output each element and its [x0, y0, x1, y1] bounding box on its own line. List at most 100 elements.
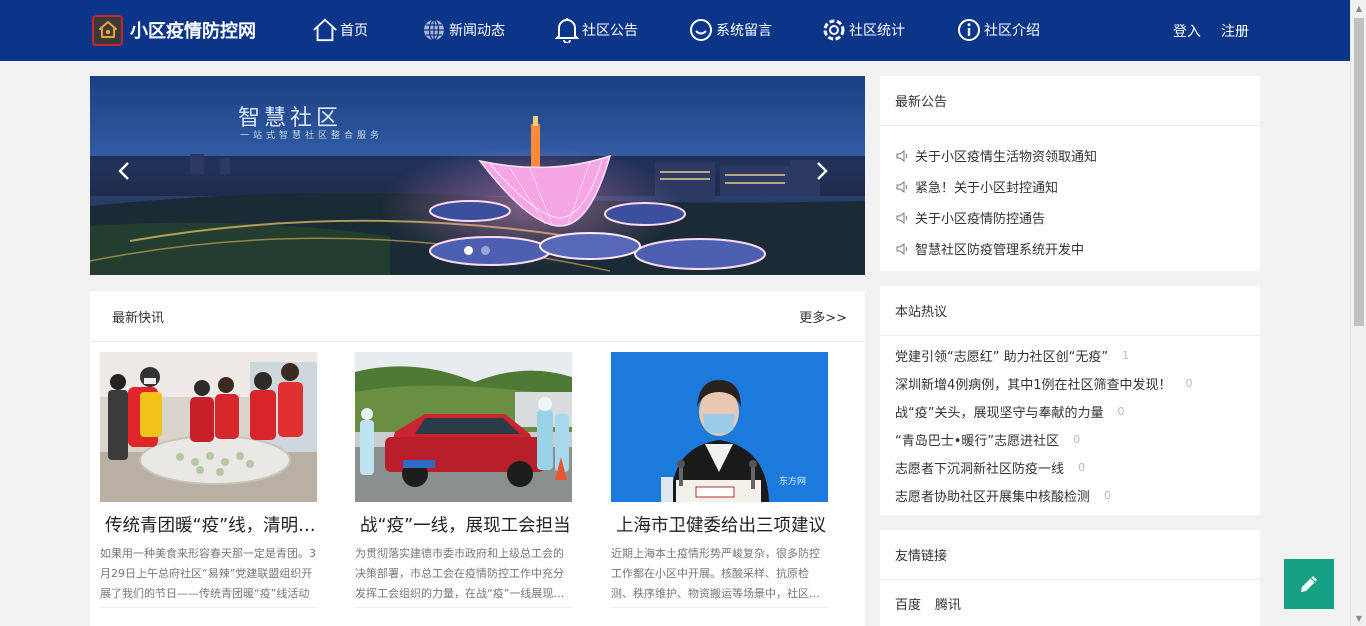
scroll-down-arrow-icon[interactable]: ▼: [1351, 610, 1366, 626]
notice-item[interactable]: 智慧社区防疫管理系统开发中: [896, 233, 1260, 264]
news-card-summary: 为贯彻落实建德市委市政府和上级总工会的决策部署，市总工会在疫情防控工作中充分发挥…: [355, 547, 565, 600]
hot-topic-item[interactable]: 志愿者下沉洞新社区防疫一线 0: [895, 453, 1260, 481]
news-card[interactable]: 传统青团暖“疫”线，清明情深寄哀思 如果用一种美食来形容春天那一定是青团。3月2…: [100, 352, 317, 608]
notice-item[interactable]: 关于小区疫情防控通告: [896, 202, 1260, 233]
nav-message-label: 系统留言: [716, 23, 772, 39]
friend-links-heading: 友情链接: [895, 549, 948, 564]
notice-item-label: 关于小区疫情生活物资领取通知: [915, 150, 1098, 165]
top-navbar: 小区疫情防控网 首页 新闻动态 社区公告 系统留言 社区统计 社区介绍 登入 注…: [0, 0, 1350, 61]
nav-home-label: 首页: [340, 23, 368, 39]
site-title: 小区疫情防控网: [130, 21, 256, 42]
divider: [355, 607, 572, 608]
news-card-title[interactable]: 上海市卫健委给出三项建议: [611, 512, 828, 537]
notice-panel-header: 最新公告: [880, 76, 1260, 126]
friend-link-tencent[interactable]: 腾讯: [935, 594, 961, 613]
news-card[interactable]: 东方网 上海市卫健委给出三项建议 近期上海本土疫情形势严峻复杂，很多防控工作都在…: [611, 352, 828, 608]
hot-topics-header: 本站热议: [880, 286, 1260, 336]
hot-topics-list: 党建引领“志愿红” 助力社区创“无疫” 1 深圳新增4例病例，其中1例在社区筛查…: [880, 336, 1260, 509]
scrollbar-thumb[interactable]: [1354, 18, 1364, 326]
news-card-summary: 如果用一种美食来形容春天那一定是青团。3月29日上午总府社区“易辣”党建联盟组织…: [100, 547, 316, 600]
hot-topic-item[interactable]: 深圳新增4例病例，其中1例在社区筛查中发现！ 0: [895, 369, 1260, 397]
banner-subtitle: 一站式智慧社区整合服务: [240, 131, 384, 141]
hot-topic-item[interactable]: “青岛巴士•暖行”志愿进社区 0: [895, 425, 1260, 453]
banner-carousel: 智慧社区 一站式智慧社区整合服务: [90, 76, 865, 275]
comment-count: 0: [1117, 404, 1125, 418]
svg-text:东方网: 东方网: [779, 475, 806, 487]
speaker-icon: [896, 149, 912, 163]
notice-list: 关于小区疫情生活物资领取通知 紧急！关于小区封控通知 关于小区疫情防控通告 智慧…: [880, 126, 1260, 264]
carousel-prev-button[interactable]: [118, 162, 138, 188]
nav-notice[interactable]: 社区公告: [554, 16, 638, 44]
nav-stats[interactable]: 社区统计: [821, 16, 905, 44]
notice-item-label: 智慧社区防疫管理系统开发中: [915, 243, 1085, 258]
nav-news-label: 新闻动态: [449, 23, 505, 39]
news-card-image[interactable]: 东方网: [611, 352, 828, 502]
register-link[interactable]: 注册: [1221, 21, 1249, 41]
nav-about[interactable]: 社区介绍: [956, 16, 1040, 44]
pencil-icon: [1301, 576, 1317, 592]
hot-topic-title: 志愿者下沉洞新社区防疫一线: [895, 461, 1065, 477]
notice-item-label: 紧急！关于小区封控通知: [915, 181, 1059, 196]
speaker-icon: [896, 211, 912, 225]
notice-panel: 最新公告 关于小区疫情生活物资领取通知 紧急！关于小区封控通知 关于小区疫情防控…: [880, 76, 1260, 271]
news-panel-header: 最新快讯 更多>>: [90, 291, 865, 342]
chevron-left-icon: [118, 162, 129, 180]
hot-topic-title: 深圳新增4例病例，其中1例在社区筛查中发现！: [895, 377, 1172, 393]
comment-count: 0: [1078, 460, 1086, 474]
hot-topic-item[interactable]: 志愿者协助社区开展集中核酸检测 0: [895, 481, 1260, 509]
banner-image: [90, 76, 865, 275]
site-logo[interactable]: 小区疫情防控网: [92, 14, 256, 46]
friend-link-baidu[interactable]: 百度: [895, 594, 921, 613]
friend-links-header: 友情链接: [880, 530, 1260, 580]
notice-item[interactable]: 关于小区疫情生活物资领取通知: [896, 140, 1260, 171]
chevron-right-icon: [817, 162, 828, 180]
divider: [611, 607, 828, 608]
notice-item-label: 关于小区疫情防控通告: [915, 212, 1046, 227]
login-link[interactable]: 登入: [1173, 21, 1201, 41]
news-heading: 最新快讯: [112, 310, 165, 326]
hot-topic-title: 战“疫”关头，展现坚守与奉献的力量: [895, 405, 1104, 421]
smile-icon: [688, 17, 714, 43]
home-logo-icon: [92, 14, 123, 46]
hot-topic-title: 党建引领“志愿红” 助力社区创“无疫”: [895, 349, 1109, 365]
nav-about-label: 社区介绍: [984, 23, 1040, 39]
home-icon: [312, 17, 338, 43]
hot-topics-heading: 本站热议: [895, 305, 948, 320]
news-card-image[interactable]: [100, 352, 317, 502]
comment-count: 1: [1122, 348, 1130, 362]
news-panel: 最新快讯 更多>> 传统青团暖“疫”线，清明情深寄哀思 如果用一种美食: [90, 291, 865, 626]
news-card-image[interactable]: [355, 352, 572, 502]
carousel-dot-active[interactable]: [464, 246, 473, 255]
carousel-dot[interactable]: [481, 246, 490, 255]
hot-topic-item[interactable]: 战“疫”关头，展现坚守与奉献的力量 0: [895, 397, 1260, 425]
edit-floating-button[interactable]: [1284, 559, 1334, 609]
notice-heading: 最新公告: [895, 95, 948, 110]
carousel-next-button[interactable]: [816, 162, 836, 188]
nav-stats-label: 社区统计: [849, 23, 905, 39]
news-card-title[interactable]: 战“疫”一线，展现工会担当: [355, 512, 572, 537]
globe-icon: [421, 17, 447, 43]
comment-count: 0: [1104, 488, 1112, 502]
speaker-icon: [896, 180, 912, 194]
news-card-summary: 近期上海本土疫情形势严峻复杂，很多防控工作都在小区中开展。核酸采样、抗原检测、秩…: [611, 547, 820, 600]
notice-item[interactable]: 紧急！关于小区封控通知: [896, 171, 1260, 202]
hot-topic-title: 志愿者协助社区开展集中核酸检测: [895, 489, 1091, 505]
info-icon: [956, 17, 982, 43]
nav-home[interactable]: 首页: [312, 16, 368, 44]
more-news-link[interactable]: 更多>>: [799, 307, 847, 326]
hot-topic-title: “青岛巴士•暖行”志愿进社区: [895, 433, 1060, 449]
hot-topic-item[interactable]: 党建引领“志愿红” 助力社区创“无疫” 1: [895, 341, 1260, 369]
nav-message[interactable]: 系统留言: [688, 16, 772, 44]
friend-links-panel: 友情链接 百度 腾讯: [880, 530, 1260, 626]
scroll-up-arrow-icon[interactable]: ▲: [1351, 0, 1366, 16]
news-card[interactable]: 战“疫”一线，展现工会担当 为贯彻落实建德市委市政府和上级总工会的决策部署，市总…: [355, 352, 572, 608]
comment-count: 0: [1185, 376, 1193, 390]
bell-icon: [554, 17, 580, 43]
nav-notice-label: 社区公告: [582, 23, 638, 39]
page-scrollbar[interactable]: ▲ ▼: [1350, 0, 1366, 626]
news-card-title[interactable]: 传统青团暖“疫”线，清明情深寄哀思: [100, 512, 317, 537]
friend-links-list: 百度 腾讯: [880, 580, 1260, 613]
speaker-icon: [896, 242, 912, 256]
nav-news[interactable]: 新闻动态: [421, 16, 505, 44]
comment-count: 0: [1073, 432, 1081, 446]
